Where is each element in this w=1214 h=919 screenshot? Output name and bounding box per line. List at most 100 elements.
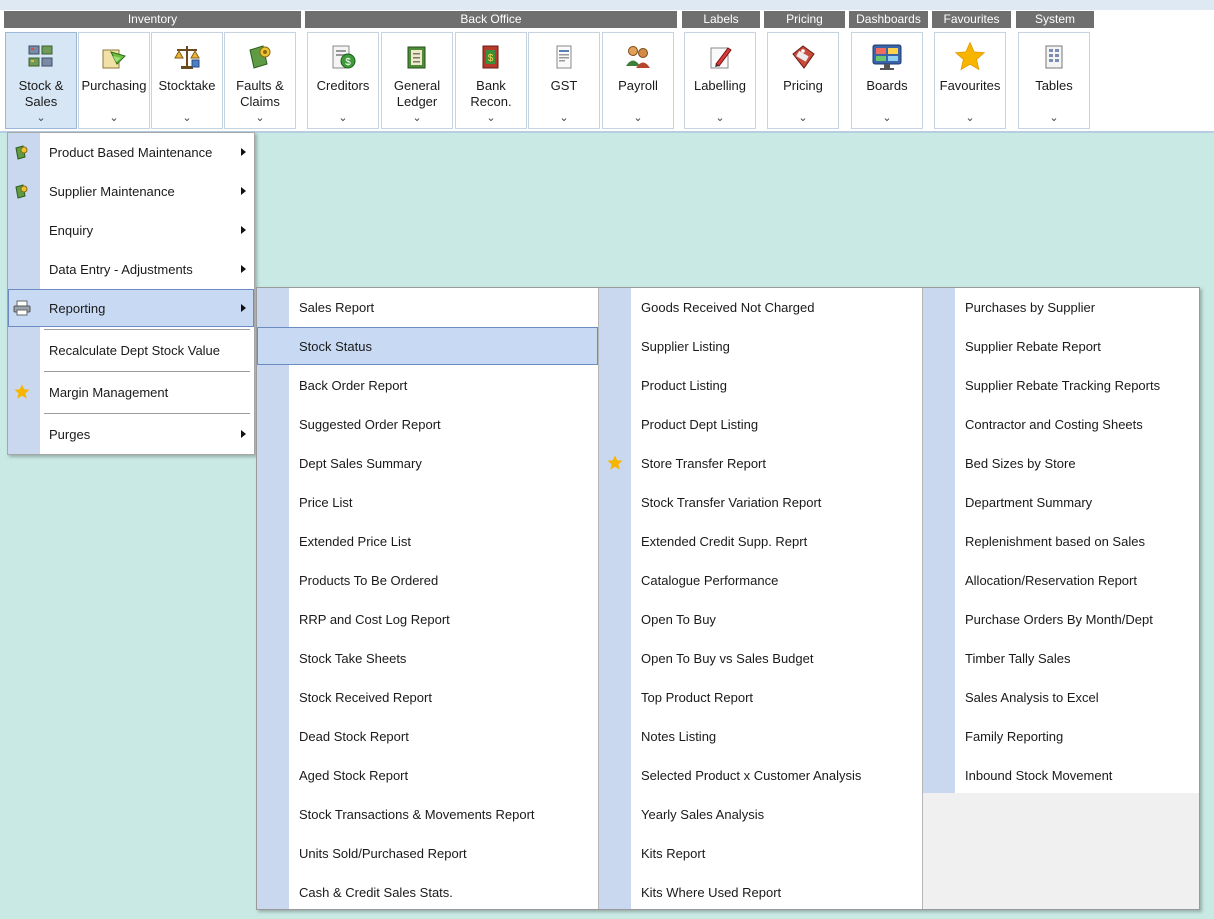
ribbon-button-bank-recon[interactable]: $ Bank Recon. ⌄ <box>455 32 527 129</box>
report-item-kits-where-used-report[interactable]: Kits Where Used Report <box>599 873 922 911</box>
report-item-price-list[interactable]: Price List <box>257 483 598 521</box>
menu-item-data-entry-adjustments[interactable]: Data Entry - Adjustments <box>8 250 254 288</box>
report-item-stock-status[interactable]: Stock Status <box>257 327 598 365</box>
report-item-bed-sizes-by-store[interactable]: Bed Sizes by Store <box>923 444 1199 482</box>
report-item-goods-received-not-charged[interactable]: Goods Received Not Charged <box>599 288 922 326</box>
ribbon-button-boards[interactable]: Boards ⌄ <box>851 32 923 129</box>
printer-icon <box>12 298 32 318</box>
chevron-down-icon: ⌄ <box>965 112 975 124</box>
report-item-replenishment-based-on-sales[interactable]: Replenishment based on Sales <box>923 522 1199 560</box>
ribbon-button-gst[interactable]: GST ⌄ <box>528 32 600 129</box>
general-ledger-icon <box>400 40 434 74</box>
report-item-supplier-rebate-report[interactable]: Supplier Rebate Report <box>923 327 1199 365</box>
report-item-units-sold-purchased[interactable]: Units Sold/Purchased Report <box>257 834 598 872</box>
menu-item-label: Timber Tally Sales <box>965 650 1071 666</box>
purchasing-icon <box>97 40 131 74</box>
report-item-open-to-buy-vs-sales-budget[interactable]: Open To Buy vs Sales Budget <box>599 639 922 677</box>
report-item-store-transfer-report[interactable]: Store Transfer Report <box>599 444 922 482</box>
ribbon-button-favourites[interactable]: Favourites ⌄ <box>934 32 1006 129</box>
menu-item-label: Kits Where Used Report <box>641 884 782 900</box>
menu-item-margin-management[interactable]: Margin Management <box>8 373 254 411</box>
stock-sales-dropdown-menu: Product Based Maintenance Supplier Maint… <box>7 132 255 455</box>
menu-item-label: Product Dept Listing <box>641 416 759 432</box>
chevron-down-icon: ⌄ <box>412 112 422 124</box>
menu-item-label: Extended Price List <box>299 533 412 549</box>
menu-item-label: RRP and Cost Log Report <box>299 611 450 627</box>
ribbon-button-faults-claims[interactable]: Faults & Claims ⌄ <box>224 32 296 129</box>
submenu-arrow-icon <box>241 226 246 234</box>
menu-item-supplier-maintenance[interactable]: Supplier Maintenance <box>8 172 254 210</box>
report-item-cash-credit-sales-stats[interactable]: Cash & Credit Sales Stats. <box>257 873 598 911</box>
report-item-kits-report[interactable]: Kits Report <box>599 834 922 872</box>
menu-item-label: Family Reporting <box>965 728 1064 744</box>
report-item-contractor-costing-sheets[interactable]: Contractor and Costing Sheets <box>923 405 1199 443</box>
report-item-product-dept-listing[interactable]: Product Dept Listing <box>599 405 922 443</box>
report-item-notes-listing[interactable]: Notes Listing <box>599 717 922 755</box>
menu-item-product-based-maintenance[interactable]: Product Based Maintenance <box>8 133 254 171</box>
report-item-timber-tally-sales[interactable]: Timber Tally Sales <box>923 639 1199 677</box>
ribbon-button-purchasing[interactable]: Purchasing ⌄ <box>78 32 150 129</box>
report-item-catalogue-performance[interactable]: Catalogue Performance <box>599 561 922 599</box>
report-item-sales-analysis-to-excel[interactable]: Sales Analysis to Excel <box>923 678 1199 716</box>
report-item-purchase-orders-by-month-dept[interactable]: Purchase Orders By Month/Dept <box>923 600 1199 638</box>
report-item-allocation-reservation[interactable]: Allocation/Reservation Report <box>923 561 1199 599</box>
gst-document-icon <box>547 40 581 74</box>
report-item-suggested-order-report[interactable]: Suggested Order Report <box>257 405 598 443</box>
ribbon-button-payroll[interactable]: Payroll ⌄ <box>602 32 674 129</box>
report-item-dead-stock-report[interactable]: Dead Stock Report <box>257 717 598 755</box>
report-item-rrp-cost-log-report[interactable]: RRP and Cost Log Report <box>257 600 598 638</box>
report-item-inbound-stock-movement[interactable]: Inbound Stock Movement <box>923 756 1199 794</box>
report-item-family-reporting[interactable]: Family Reporting <box>923 717 1199 755</box>
report-item-stock-transfer-variation[interactable]: Stock Transfer Variation Report <box>599 483 922 521</box>
report-item-supplier-listing[interactable]: Supplier Listing <box>599 327 922 365</box>
ribbon-button-pricing[interactable]: Pricing ⌄ <box>767 32 839 129</box>
menu-item-label: Reporting <box>49 300 106 316</box>
report-item-stock-transactions-movements[interactable]: Stock Transactions & Movements Report <box>257 795 598 833</box>
group-header-system: System <box>1016 11 1094 28</box>
report-item-back-order-report[interactable]: Back Order Report <box>257 366 598 404</box>
report-item-product-listing[interactable]: Product Listing <box>599 366 922 404</box>
menu-separator <box>44 413 250 414</box>
menu-item-reporting[interactable]: Reporting <box>8 289 254 327</box>
report-item-department-summary[interactable]: Department Summary <box>923 483 1199 521</box>
report-item-supplier-rebate-tracking[interactable]: Supplier Rebate Tracking Reports <box>923 366 1199 404</box>
report-item-purchases-by-supplier[interactable]: Purchases by Supplier <box>923 288 1199 326</box>
menu-item-label: Stock Transactions & Movements Report <box>299 806 535 822</box>
report-item-aged-stock-report[interactable]: Aged Stock Report <box>257 756 598 794</box>
chevron-down-icon: ⌄ <box>882 112 892 124</box>
ribbon-button-stocktake[interactable]: Stocktake ⌄ <box>151 32 223 129</box>
chevron-down-icon: ⌄ <box>255 112 265 124</box>
package-icon <box>12 142 32 162</box>
report-item-stock-received-report[interactable]: Stock Received Report <box>257 678 598 716</box>
submenu-arrow-icon <box>241 304 246 312</box>
menu-item-label: Kits Report <box>641 845 706 861</box>
ribbon-button-labelling[interactable]: Labelling ⌄ <box>684 32 756 129</box>
ribbon-button-creditors[interactable]: $ Creditors ⌄ <box>307 32 379 129</box>
report-item-products-to-be-ordered[interactable]: Products To Be Ordered <box>257 561 598 599</box>
ribbon-button-stock-sales[interactable]: Stock & Sales ⌄ <box>5 32 77 129</box>
ribbon-button-label: Favourites <box>939 78 1001 93</box>
report-item-extended-credit-supp[interactable]: Extended Credit Supp. Reprt <box>599 522 922 560</box>
menu-item-label: Cash & Credit Sales Stats. <box>299 884 453 900</box>
report-item-open-to-buy[interactable]: Open To Buy <box>599 600 922 638</box>
menu-item-purges[interactable]: Purges <box>8 415 254 453</box>
menu-item-enquiry[interactable]: Enquiry <box>8 211 254 249</box>
ribbon-button-general-ledger[interactable]: General Ledger ⌄ <box>381 32 453 129</box>
report-item-top-product-report[interactable]: Top Product Report <box>599 678 922 716</box>
report-item-sales-report[interactable]: Sales Report <box>257 288 598 326</box>
menu-item-label: Data Entry - Adjustments <box>49 261 193 277</box>
menu-item-label: Open To Buy vs Sales Budget <box>641 650 814 666</box>
menu-item-label: Inbound Stock Movement <box>965 767 1113 783</box>
group-header-back-office: Back Office <box>305 11 677 28</box>
report-item-stock-take-sheets[interactable]: Stock Take Sheets <box>257 639 598 677</box>
menu-item-label: Product Listing <box>641 377 727 393</box>
report-item-selected-product-customer-analysis[interactable]: Selected Product x Customer Analysis <box>599 756 922 794</box>
menu-item-recalculate-dept-stock-value[interactable]: Recalculate Dept Stock Value <box>8 331 254 369</box>
report-item-extended-price-list[interactable]: Extended Price List <box>257 522 598 560</box>
report-item-dept-sales-summary[interactable]: Dept Sales Summary <box>257 444 598 482</box>
stocktake-scales-icon <box>170 40 204 74</box>
ribbon-button-tables[interactable]: Tables ⌄ <box>1018 32 1090 129</box>
menu-item-label: Product Based Maintenance <box>49 144 213 160</box>
ribbon-button-label: Payroll <box>618 78 658 93</box>
report-item-yearly-sales-analysis[interactable]: Yearly Sales Analysis <box>599 795 922 833</box>
